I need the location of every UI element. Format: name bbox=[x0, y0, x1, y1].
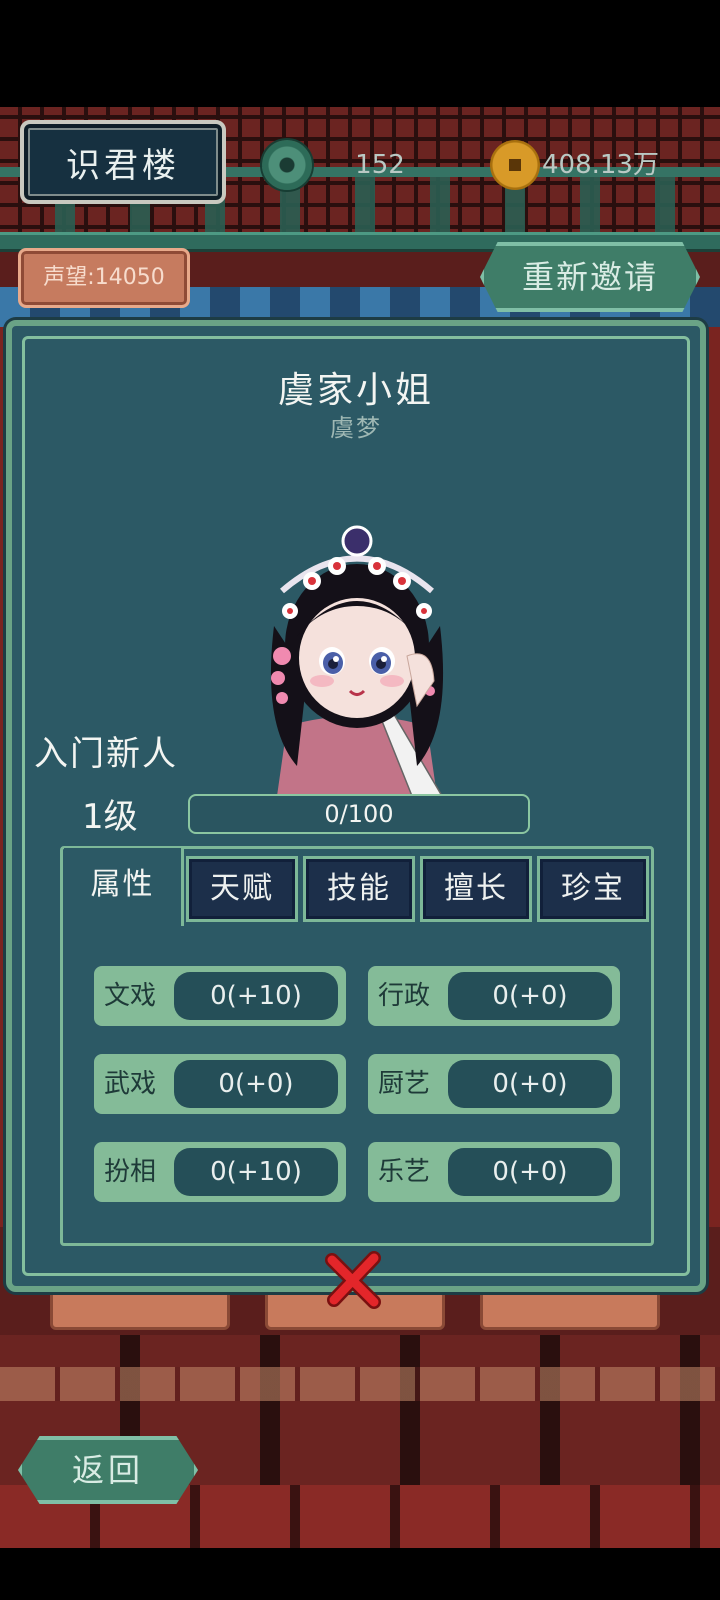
stat-name: 扮相 bbox=[104, 1157, 157, 1187]
stat-value: 0(+0) bbox=[448, 1060, 612, 1108]
xp-progress-text: 0/100 bbox=[324, 800, 394, 828]
tab-specialties[interactable]: 擅长 bbox=[420, 856, 532, 922]
level-label: 1级 bbox=[82, 797, 138, 837]
stat-xingzheng: 行政 0(+0) bbox=[368, 966, 620, 1026]
location-title-plate: 识君楼 bbox=[20, 120, 226, 204]
character-title: 虞家小姐 bbox=[277, 370, 434, 411]
fame-badge: 声望:14050 bbox=[18, 248, 190, 308]
location-title: 识君楼 bbox=[66, 145, 180, 186]
reinvite-button[interactable]: 重新邀请 bbox=[480, 242, 700, 312]
stat-name: 文戏 bbox=[104, 981, 157, 1011]
stat-chuyi: 厨艺 0(+0) bbox=[368, 1054, 620, 1114]
stat-banxiang: 扮相 0(+10) bbox=[94, 1142, 346, 1202]
close-icon[interactable] bbox=[322, 1248, 386, 1312]
tab-label: 天赋 bbox=[210, 871, 274, 906]
jade-count: 152 bbox=[355, 150, 405, 180]
stat-value: 0(+0) bbox=[448, 1148, 612, 1196]
stat-wuxi: 武戏 0(+0) bbox=[94, 1054, 346, 1114]
tab-label: 擅长 bbox=[444, 871, 508, 906]
stat-value: 0(+0) bbox=[174, 1060, 338, 1108]
tab-skills[interactable]: 技能 bbox=[303, 856, 415, 922]
tab-label: 技能 bbox=[327, 871, 391, 906]
character-name: 虞梦 bbox=[330, 414, 382, 442]
stat-value: 0(+0) bbox=[448, 972, 612, 1020]
back-label: 返回 bbox=[71, 1451, 144, 1489]
character-dialog: 虞家小姐 虞梦 入门新人 1级 0/100 属性 天赋 技能 擅长 珍宝 文戏 … bbox=[6, 320, 706, 1292]
bottom-letterbox bbox=[0, 1548, 720, 1600]
tab-label: 属性 bbox=[90, 867, 155, 902]
top-letterbox bbox=[0, 0, 720, 107]
stat-value: 0(+10) bbox=[174, 1148, 338, 1196]
tab-attributes[interactable]: 属性 bbox=[64, 848, 184, 926]
stat-name: 厨艺 bbox=[378, 1069, 431, 1099]
xp-progress-bar: 0/100 bbox=[188, 794, 530, 834]
character-portrait bbox=[270, 525, 444, 796]
stat-wenxi: 文戏 0(+10) bbox=[94, 966, 346, 1026]
stat-yueyi: 乐艺 0(+0) bbox=[368, 1142, 620, 1202]
stat-name: 行政 bbox=[378, 981, 431, 1011]
tab-talents[interactable]: 天赋 bbox=[186, 856, 298, 922]
stat-name: 乐艺 bbox=[378, 1157, 431, 1187]
stat-value: 0(+10) bbox=[174, 972, 338, 1020]
back-button[interactable]: 返回 bbox=[18, 1436, 198, 1504]
copper-coin-icon bbox=[490, 140, 540, 190]
reinvite-label: 重新邀请 bbox=[521, 258, 658, 296]
fame-label: 声望:14050 bbox=[43, 265, 165, 290]
rank-label: 入门新人 bbox=[34, 734, 178, 774]
coin-count: 408.13万 bbox=[542, 150, 659, 180]
lower-lattice bbox=[0, 1367, 720, 1401]
tab-treasures[interactable]: 珍宝 bbox=[537, 856, 649, 922]
stat-name: 武戏 bbox=[104, 1069, 157, 1099]
jade-disc-icon bbox=[262, 140, 312, 190]
tab-label: 珍宝 bbox=[561, 871, 625, 906]
